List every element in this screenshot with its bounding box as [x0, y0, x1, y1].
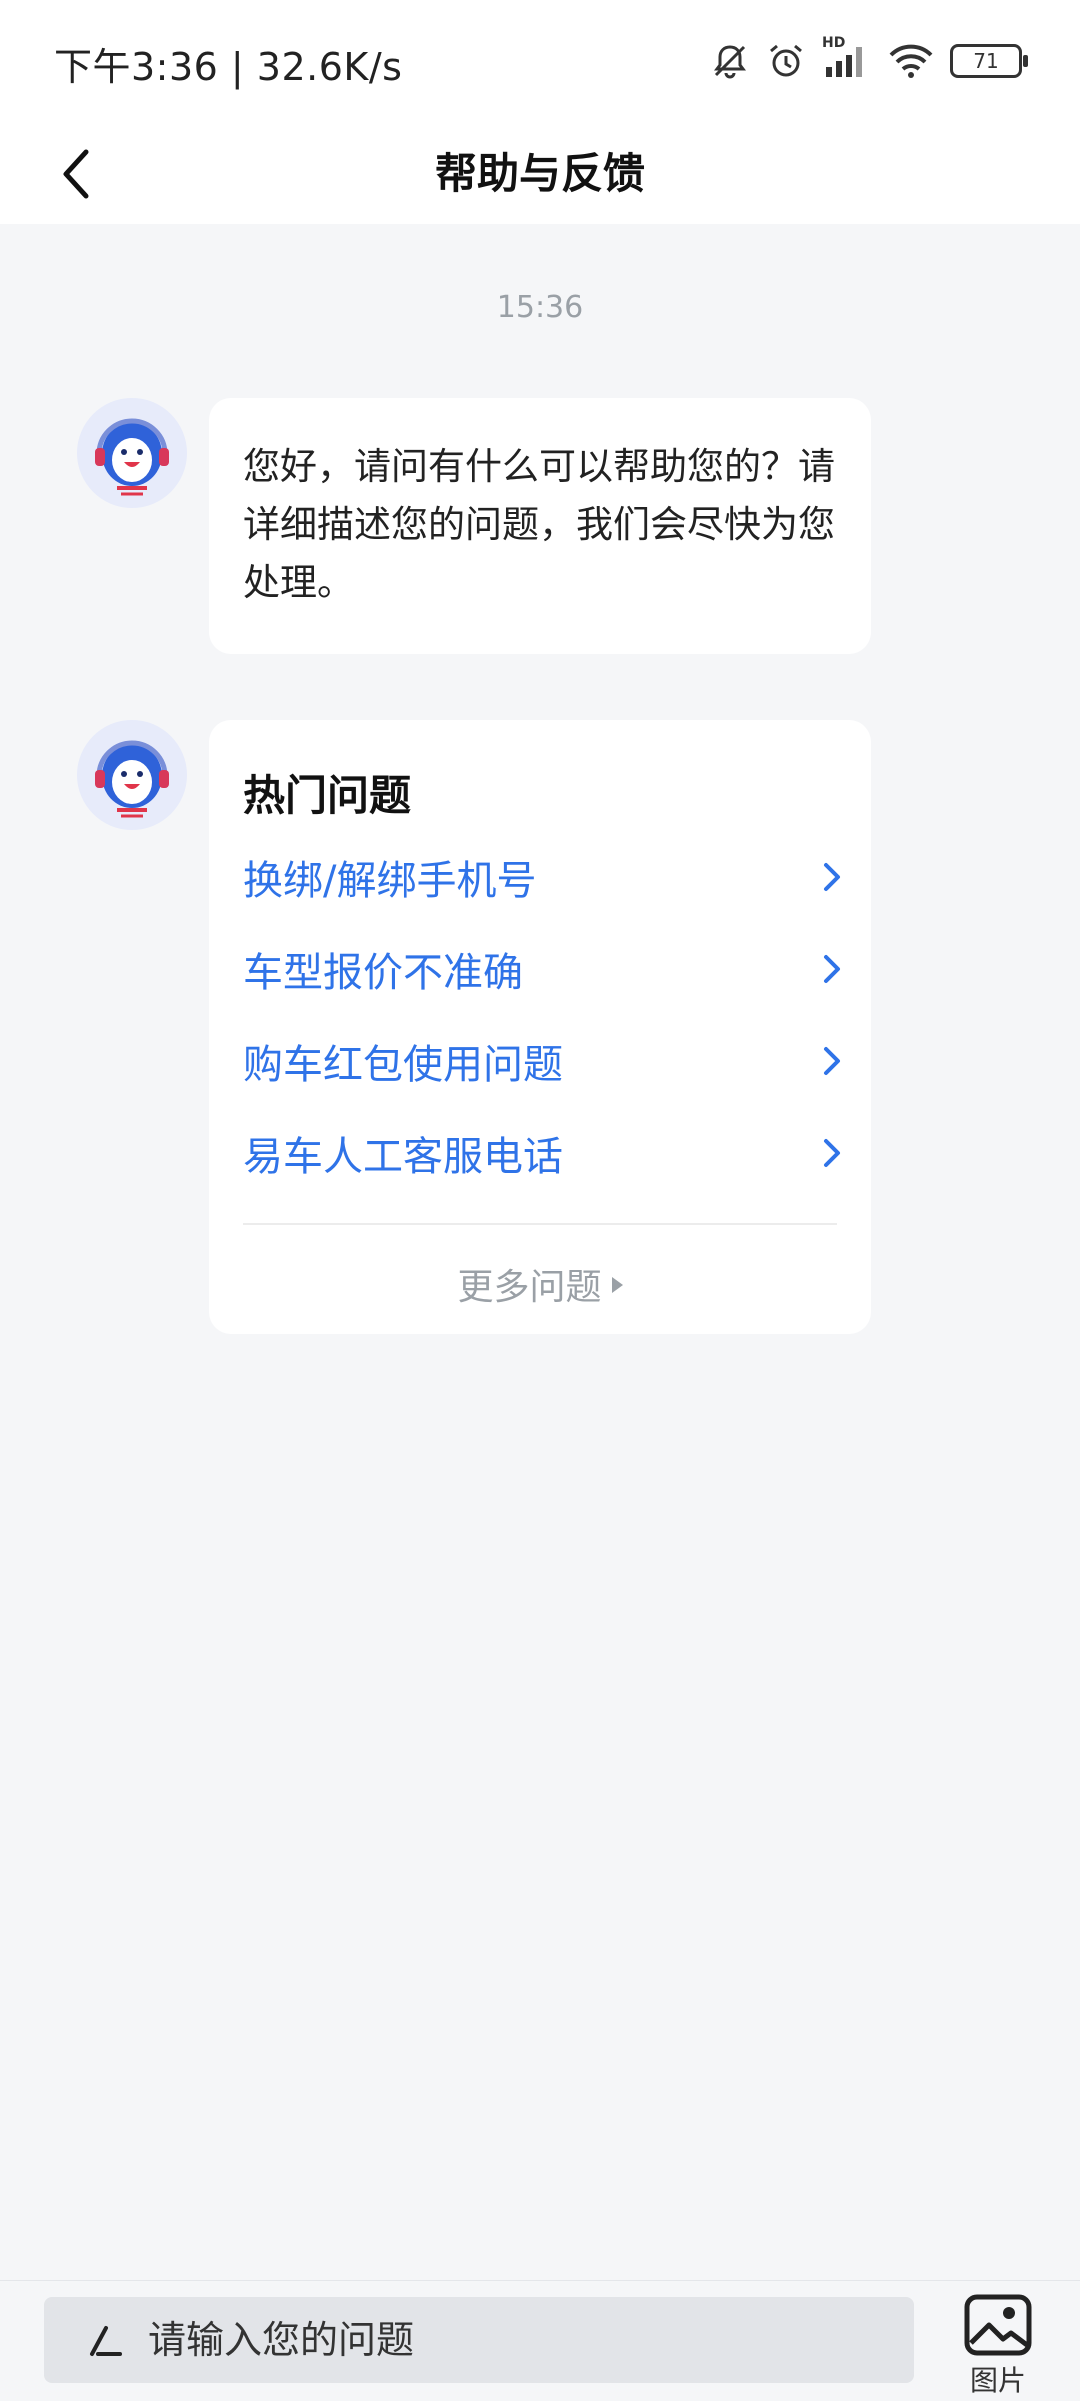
- question-input[interactable]: [146, 2317, 850, 2363]
- image-button-label: 图片: [969, 2364, 1026, 2397]
- hot-questions-card: 热门问题 换绑/解绑手机号 车型报价不准确 购车红包使用问题 易车人工客服电话 …: [209, 720, 871, 1334]
- greeting-text: 您好，请问有什么可以帮助您的？请详细描述您的问题，我们会尽快为您处理。: [243, 445, 835, 604]
- bell-muted-icon: [714, 45, 746, 79]
- greeting-message-bubble: 您好，请问有什么可以帮助您的？请详细描述您的问题，我们会尽快为您处理。: [209, 398, 871, 654]
- faq-item-label: 易车人工客服电话: [243, 1134, 563, 1180]
- faq-item-red-packet[interactable]: 购车红包使用问题: [243, 1026, 847, 1096]
- status-bar: 下午3:36 | 32.6K/s HD 71: [0, 0, 1080, 122]
- agent-avatar: [77, 720, 187, 830]
- chevron-right-icon: [824, 1139, 840, 1167]
- agent-avatar: [77, 398, 187, 508]
- faq-item-customer-service-phone[interactable]: 易车人工客服电话: [243, 1118, 847, 1188]
- more-questions-label: 更多问题: [457, 1267, 602, 1308]
- status-time-speed: 下午3:36 | 32.6K/s: [54, 45, 403, 89]
- pen-icon: [90, 2326, 122, 2356]
- alarm-icon: [770, 44, 802, 77]
- robot-mascot-icon: [77, 720, 187, 830]
- faq-item-label: 车型报价不准确: [243, 950, 523, 996]
- hot-questions-title: 热门问题: [243, 771, 412, 820]
- chat-timestamp: 15:36: [496, 290, 584, 325]
- caret-right-icon: [611, 1277, 623, 1293]
- chevron-right-icon: [824, 863, 840, 891]
- battery-icon: 71: [950, 44, 1028, 78]
- image-button[interactable]: 图片: [956, 2291, 1040, 2401]
- navigation-bar: 帮助与反馈: [0, 122, 1080, 224]
- more-questions-link[interactable]: 更多问题: [209, 1254, 871, 1314]
- wifi-icon: [889, 44, 933, 78]
- faq-item-price-inaccurate[interactable]: 车型报价不准确: [243, 934, 847, 1004]
- signal-icon: HD: [822, 35, 872, 81]
- image-icon: [964, 2294, 1032, 2356]
- faq-item-rebind-phone[interactable]: 换绑/解绑手机号: [243, 842, 847, 912]
- status-icons: HD 71: [710, 35, 1028, 86]
- battery-level: 71: [973, 49, 999, 73]
- bottom-input-bar: 图片: [0, 2280, 1080, 2401]
- faq-item-label: 换绑/解绑手机号: [243, 858, 537, 904]
- divider: [243, 1223, 837, 1225]
- question-input-wrapper[interactable]: [44, 2297, 914, 2383]
- chevron-right-icon: [824, 1047, 840, 1075]
- robot-mascot-icon: [77, 398, 187, 508]
- chevron-right-icon: [824, 955, 840, 983]
- faq-item-label: 购车红包使用问题: [243, 1042, 563, 1088]
- page-title: 帮助与反馈: [434, 149, 645, 198]
